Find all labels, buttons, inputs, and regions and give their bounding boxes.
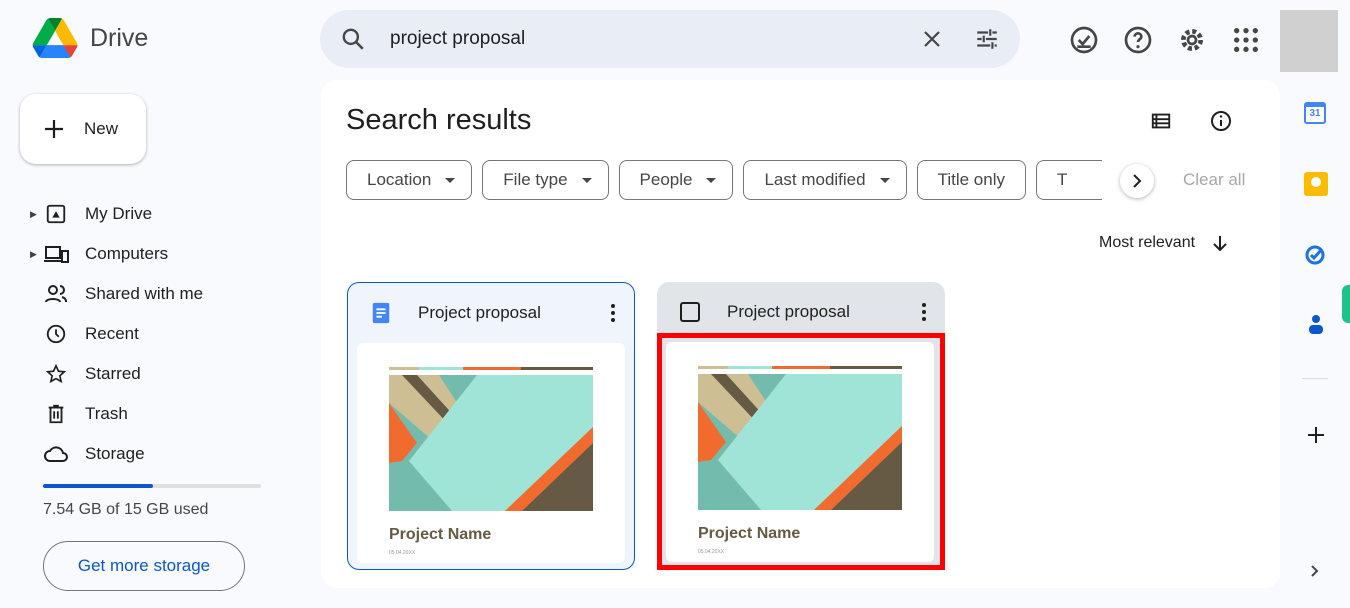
sidebar-item-label: Trash (85, 404, 128, 423)
thumbnail-image: Project Name 05.04.20XX (389, 367, 593, 556)
sidebar-item-trash[interactable]: Trash (30, 394, 290, 434)
chip-label: Title only (937, 170, 1005, 189)
dropdown-arrow-icon (879, 177, 890, 183)
account-avatar[interactable] (1280, 10, 1338, 72)
chevron-right-icon (1133, 174, 1142, 188)
clear-all-button[interactable]: Clear all (1183, 170, 1245, 190)
expand-panel-chevron-icon[interactable] (1308, 564, 1322, 578)
clock-icon (46, 324, 66, 344)
apps-grid-icon[interactable] (1230, 24, 1262, 56)
thumbnail-title: Project Name (389, 526, 491, 543)
more-options-icon[interactable] (921, 302, 927, 322)
offline-ready-icon[interactable] (1068, 24, 1100, 56)
thumbnail-date: 05.04.20XX (389, 550, 416, 556)
google-docs-icon (372, 302, 390, 324)
filter-file-type[interactable]: File type (482, 160, 609, 200)
calendar-day: 31 (1309, 108, 1321, 119)
chip-label: Last modified (764, 170, 866, 189)
dropdown-arrow-icon (445, 177, 456, 183)
sidebar-item-storage[interactable]: Storage (30, 434, 290, 474)
add-addon-icon[interactable] (1304, 423, 1328, 447)
sidebar-item-label: Recent (85, 324, 139, 343)
highlight-box (657, 333, 945, 570)
expand-caret-icon[interactable]: ▶ (30, 249, 42, 260)
arrow-down-icon[interactable] (1211, 234, 1229, 252)
storage-usage-bar (43, 484, 261, 488)
expand-caret-icon[interactable]: ▶ (30, 209, 42, 220)
app-name: Drive (90, 23, 149, 52)
shared-icon (45, 285, 67, 303)
drive-logo-icon (32, 18, 78, 58)
cloud-icon (44, 446, 68, 462)
my-drive-icon (46, 204, 66, 224)
settings-icon[interactable] (1176, 24, 1208, 56)
chip-label: T (1057, 170, 1068, 189)
drive-logo[interactable]: Drive (32, 18, 148, 58)
sidebar-item-recent[interactable]: Recent (30, 314, 290, 354)
sidebar-item-computers[interactable]: ▶ Computers (30, 234, 290, 274)
storage-usage-text: 7.54 GB of 15 GB used (43, 501, 209, 518)
help-icon[interactable] (1122, 24, 1154, 56)
new-button[interactable]: New (20, 94, 146, 164)
scroll-filters-right-button[interactable] (1120, 164, 1154, 198)
search-options-icon[interactable] (974, 26, 1000, 52)
filter-people[interactable]: People (618, 160, 734, 200)
more-options-icon[interactable] (610, 303, 616, 323)
divider (1302, 378, 1328, 379)
get-more-storage-button[interactable]: Get more storage (43, 541, 245, 591)
sidebar-item-label: Computers (85, 244, 169, 263)
sidebar-item-label: Shared with me (85, 284, 204, 303)
file-card[interactable]: Project proposal Project Name 05.04.20XX (657, 282, 945, 570)
filter-truncated[interactable]: T (1036, 160, 1102, 200)
new-label: New (84, 119, 119, 138)
chip-label: File type (503, 170, 568, 189)
panel-indicator (1342, 285, 1350, 323)
checkbox-icon[interactable] (679, 301, 701, 323)
star-icon (45, 363, 67, 384)
chip-label: Location (367, 170, 432, 189)
sidebar-item-my-drive[interactable]: ▶ My Drive (30, 194, 290, 234)
list-view-icon[interactable] (1150, 110, 1172, 132)
info-icon[interactable] (1209, 109, 1233, 133)
trash-icon (48, 404, 64, 424)
search-bar[interactable]: project proposal (320, 10, 1020, 68)
keep-icon[interactable] (1304, 172, 1328, 196)
sidebar-item-label: Storage (85, 444, 145, 463)
filter-location[interactable]: Location (346, 160, 473, 200)
dropdown-arrow-icon (581, 177, 592, 183)
page-title: Search results (346, 104, 532, 136)
filter-last-modified[interactable]: Last modified (743, 160, 907, 200)
dropdown-arrow-icon (706, 177, 717, 183)
file-name: Project proposal (418, 303, 541, 322)
sidebar-nav: ▶ My Drive ▶ Computers Shared with me Rece… (30, 194, 290, 474)
file-card[interactable]: Project proposal Project Name 05.04.20XX (347, 282, 635, 570)
filter-title-only[interactable]: Title only (916, 160, 1026, 200)
chip-label: People (639, 170, 693, 189)
plus-icon (45, 120, 63, 138)
search-icon[interactable] (340, 26, 366, 52)
sort-label: Most relevant (1099, 234, 1196, 251)
calendar-icon[interactable]: 31 (1304, 102, 1326, 124)
sidebar-item-label: Starred (85, 364, 141, 383)
clear-search-icon[interactable] (920, 27, 944, 51)
sort-control[interactable]: Most relevant (1099, 234, 1229, 252)
sidebar-item-shared-with-me[interactable]: Shared with me (30, 274, 290, 314)
sidebar-item-label: My Drive (85, 204, 153, 223)
contacts-icon[interactable] (1304, 312, 1328, 336)
file-name: Project proposal (727, 302, 850, 321)
side-panel: 31 (1280, 80, 1350, 608)
tasks-icon[interactable] (1304, 242, 1328, 266)
file-thumbnail[interactable]: Project Name 05.04.20XX (357, 343, 625, 563)
sidebar-item-starred[interactable]: Starred (30, 354, 290, 394)
filter-chips: Location File type People Last modified … (346, 160, 1102, 200)
computers-icon (44, 246, 69, 263)
search-input[interactable]: project proposal (390, 28, 920, 50)
